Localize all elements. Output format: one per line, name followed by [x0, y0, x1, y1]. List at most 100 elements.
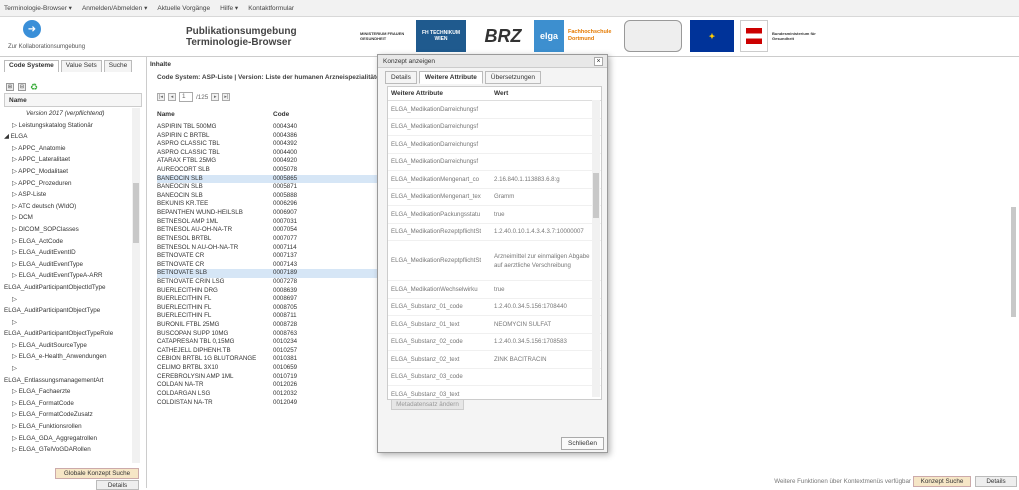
tree-item[interactable]: ▷ ELGA_e-Health_Anwendungen [4, 351, 136, 363]
tree-item[interactable]: ELGA_EntlassungsmanagementArt [4, 375, 136, 387]
tab-uebersetzungen[interactable]: Übersetzungen [484, 71, 541, 84]
table-row[interactable]: BETNOVATE CRIN LSG 0007278 [157, 278, 379, 287]
tree-item[interactable]: ▷ ELGA_GDA_Aggregatrollen [4, 433, 136, 445]
tree-item[interactable]: ▷ ATC deutsch (WIdO) [4, 201, 136, 213]
table-row[interactable]: COLDISTAN NA-TR 0012049 [157, 399, 379, 408]
tree-item[interactable]: ▷ Leistungskatalog Stationär [4, 120, 136, 132]
tree-item[interactable]: ▷ ELGA_AuditEventType [4, 259, 136, 271]
menu-aktuelle-vorgaenge[interactable]: Aktuelle Vorgänge [157, 5, 210, 12]
prev-page-icon[interactable]: ◂ [168, 93, 176, 101]
tree-item[interactable]: ▷ ELGA_ActCode [4, 236, 136, 248]
close-icon[interactable]: × [594, 57, 603, 66]
name-column-header[interactable]: Name [4, 93, 142, 107]
col-code[interactable]: Code [273, 111, 289, 123]
table-row[interactable]: ASPIRIN TBL 500MG 0004340 [157, 123, 379, 132]
table-row[interactable]: CEREBROLYSIN AMP 1ML 0010719 [157, 373, 379, 382]
table-row[interactable]: CEBION BRTBL 1G BLUTORANGE 0010381 [157, 355, 379, 364]
tree-item[interactable]: ▷ ELGA_AuditEventID [4, 247, 136, 259]
table-row[interactable]: BETNOVATE CR 0007143 [157, 261, 379, 270]
table-row[interactable]: ASPIRIN C BRTBL 0004386 [157, 132, 379, 141]
last-page-icon[interactable]: ▸| [222, 93, 231, 101]
scroll-thumb[interactable] [593, 173, 599, 218]
tree-item[interactable]: ▷ APPC_Lateralitaet [4, 154, 136, 166]
tree-item[interactable]: ▷ ELGA_GTelVoGDARollen [4, 444, 136, 456]
table-row[interactable]: BUERLECITHIN FL 0008705 [157, 304, 379, 313]
refresh-icon[interactable]: ♻ [30, 83, 38, 92]
collab-link[interactable]: ➜ Zur Kollaborationsumgebung [8, 20, 88, 56]
attribute-row[interactable]: ELGA_MedikationMengenart_tex Gramm [388, 189, 601, 206]
table-row[interactable]: ASPRO CLASSIC TBL 0004400 [157, 149, 379, 158]
konzept-search-button[interactable]: Konzept Suche [913, 476, 971, 487]
tree-item[interactable]: Version 2017 (verpflichtend) [4, 108, 136, 120]
scroll-thumb[interactable] [1011, 207, 1016, 317]
tab-value-sets[interactable]: Value Sets [60, 60, 102, 72]
tree-item[interactable]: ▷ DCM [4, 212, 136, 224]
tree-item[interactable]: ▷ APPC_Anatomie [4, 143, 136, 155]
table-row[interactable]: CATAPRESAN TBL 0,15MG 0010234 [157, 338, 379, 347]
attribute-row[interactable]: ELGA_MedikationPackungsstatu true [388, 206, 601, 224]
table-row[interactable]: BUERLECITHIN FL 0008697 [157, 295, 379, 304]
tab-suche[interactable]: Suche [103, 60, 133, 72]
expand-icon[interactable]: ⊞ [6, 83, 14, 91]
attribute-row[interactable]: ELGA_Substanz_02_code 1.2.40.0.34.5.156:1… [388, 334, 601, 351]
next-page-icon[interactable]: ▸ [211, 93, 220, 101]
table-row[interactable]: COLDARGAN LSG 0012032 [157, 390, 379, 399]
scroll-thumb[interactable] [133, 183, 139, 243]
tree-item[interactable]: ▷ ELGA_AuditEventTypeA-ARR [4, 270, 136, 282]
attribute-row[interactable]: ELGA_Substanz_03_code [388, 369, 601, 386]
table-row[interactable]: BETNOVATE SLB 0007189 [157, 269, 379, 278]
attribute-row[interactable]: ELGA_MedikationRezeptpflichtSt Arzneimitt… [388, 241, 601, 281]
tree-item[interactable]: ELGA_AuditParticipantObjectTypeRole [4, 328, 136, 340]
table-row[interactable]: BEPANTHEN WUND-HEILSLB 0006907 [157, 209, 379, 218]
table-row[interactable]: CELIMO BRTBL 3X10 0010659 [157, 364, 379, 373]
menu-terminologie-browser[interactable]: Terminologie-Browser ▾ [4, 4, 72, 12]
table-row[interactable]: BETNESOL BRTBL 0007077 [157, 235, 379, 244]
col-attribute[interactable]: Weitere Attribute [391, 87, 494, 100]
table-row[interactable]: BETNESOL AMP 1ML 0007031 [157, 218, 379, 227]
tree-item[interactable]: ▷ ELGA_FormatCodeZusatz [4, 409, 136, 421]
tree-scrollbar[interactable] [132, 108, 140, 463]
page-input[interactable]: 1 [179, 92, 193, 102]
attribute-row[interactable]: ELGA_MedikationDarreichungsf [388, 101, 601, 119]
global-search-button[interactable]: Globale Konzept Suche [55, 468, 139, 479]
attribute-row[interactable]: ELGA_MedikationDarreichungsf [388, 154, 601, 171]
table-row[interactable]: AUREOCORT SLB 0005078 [157, 166, 379, 175]
tree-item[interactable]: ▷ ELGA_Fachaerzte [4, 386, 136, 398]
menu-hilfe[interactable]: Hilfe ▾ [220, 4, 238, 12]
attribute-row[interactable]: ELGA_MedikationDarreichungsf [388, 119, 601, 136]
tree-item[interactable]: ▷ ELGA_Funktionsrollen [4, 421, 136, 433]
attribute-row[interactable]: ELGA_MedikationRezeptpflichtSt 1.2.40.0.1… [388, 224, 601, 241]
table-row[interactable]: BURONIL FTBL 25MG 0008728 [157, 321, 379, 330]
table-row[interactable]: BUERLECITHIN DRG 0008639 [157, 287, 379, 296]
table-row[interactable]: COLDAN NA-TR 0012026 [157, 381, 379, 390]
tree-item[interactable]: ▷ [4, 294, 136, 306]
tree-item[interactable]: ◢ ELGA [4, 131, 136, 143]
tree-item[interactable]: ELGA_AuditParticipantObjectIdType [4, 282, 136, 294]
tab-weitere-attribute[interactable]: Weitere Attribute [418, 71, 483, 84]
close-button[interactable]: Schließen [561, 437, 604, 450]
table-row[interactable]: BUERLECITHIN FL 0008711 [157, 312, 379, 321]
attribute-row[interactable]: ELGA_Substanz_02_text ZINK BACITRACIN [388, 351, 601, 369]
tree-item[interactable]: ▷ [4, 363, 136, 375]
attribute-row[interactable]: ELGA_Substanz_01_code 1.2.40.0.34.5.156:1… [388, 299, 601, 316]
tab-details[interactable]: Details [385, 71, 417, 84]
table-row[interactable]: ATARAX FTBL 25MG 0004920 [157, 157, 379, 166]
menu-kontaktformular[interactable]: Kontaktformular [248, 5, 294, 12]
tree-item[interactable]: ▷ ELGA_AuditSourceType [4, 340, 136, 352]
details-button[interactable]: Details [975, 476, 1017, 487]
tree-item[interactable]: ELGA_AuditParticipantObjectType [4, 305, 136, 317]
tree-item[interactable]: ▷ APPC_Modalitaet [4, 166, 136, 178]
tab-code-systeme[interactable]: Code Systeme [4, 60, 59, 72]
table-row[interactable]: BETNOVATE CR 0007137 [157, 252, 379, 261]
dialog-scrollbar[interactable] [592, 100, 600, 397]
table-row[interactable]: BETNESOL N AU-OH-NA-TR 0007114 [157, 244, 379, 253]
collapse-icon[interactable]: ⊟ [18, 83, 26, 91]
col-wert[interactable]: Wert [494, 87, 508, 100]
attribute-row[interactable]: ELGA_Substanz_01_text NEOMYCIN SULFAT [388, 316, 601, 334]
table-row[interactable]: BETNESOL AU-OH-NA-TR 0007054 [157, 226, 379, 235]
menu-anmelden[interactable]: Anmelden/Abmelden ▾ [82, 4, 147, 12]
table-row[interactable]: BUSCOPAN SUPP 10MG 0008763 [157, 330, 379, 339]
table-row[interactable]: BANEOCIN SLB 0005888 [157, 192, 379, 201]
tree-item[interactable]: ▷ [4, 317, 136, 329]
table-row[interactable]: BANEOCIN SLB 0005865 [157, 174, 379, 184]
